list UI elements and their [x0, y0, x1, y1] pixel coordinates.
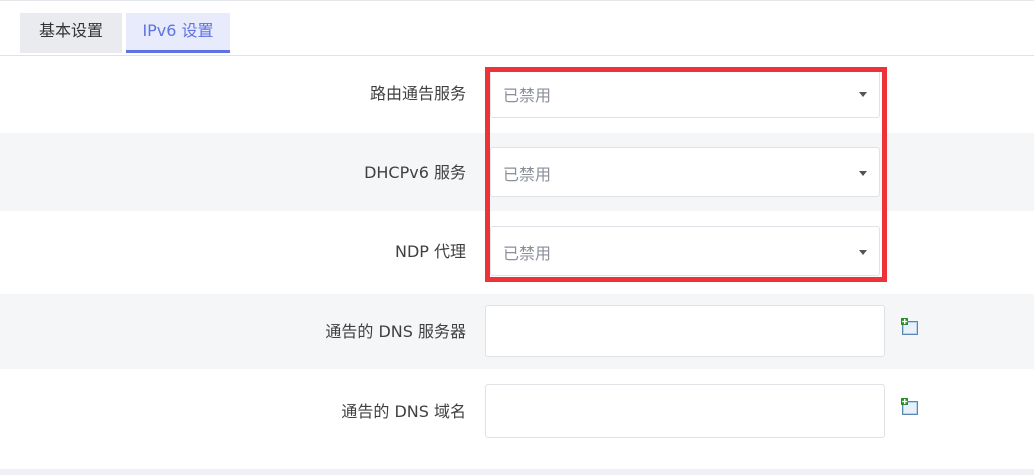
form-row-ndp-proxy: NDP 代理 已禁用: [0, 211, 1034, 294]
ra-service-label: 路由通告服务: [369, 84, 466, 103]
dns-domains-input[interactable]: [485, 384, 885, 438]
ndp-proxy-value: 已禁用: [503, 244, 552, 263]
form-row-ra-service: 路由通告服务 已禁用: [0, 56, 1034, 133]
dhcpv6-service-value: 已禁用: [503, 165, 552, 184]
form-row-dns-servers: 通告的 DNS 服务器: [0, 294, 1034, 369]
dns-servers-input[interactable]: [485, 305, 885, 357]
ndp-proxy-select[interactable]: 已禁用: [490, 226, 880, 276]
ndp-proxy-label: NDP 代理: [394, 242, 466, 261]
settings-panel: 基本设置 IPv6 设置 路由通告服务 已禁用 DHCPv6 服务 已禁用 ND…: [0, 0, 1034, 469]
add-entry-icon[interactable]: [901, 318, 919, 336]
tab-basic-settings[interactable]: 基本设置: [20, 13, 122, 53]
tab-ipv6-settings[interactable]: IPv6 设置: [126, 13, 230, 53]
chevron-down-icon: [859, 92, 867, 97]
dhcpv6-service-label: DHCPv6 服务: [364, 163, 466, 182]
dns-domains-label: 通告的 DNS 域名: [341, 402, 466, 421]
form-row-dns-domains: 通告的 DNS 域名: [0, 369, 1034, 469]
dhcpv6-service-select[interactable]: 已禁用: [490, 147, 880, 197]
tab-bar: 基本设置 IPv6 设置: [0, 1, 1034, 56]
ra-service-value: 已禁用: [503, 86, 552, 105]
chevron-down-icon: [859, 171, 867, 176]
dns-servers-label: 通告的 DNS 服务器: [325, 322, 466, 341]
add-entry-icon[interactable]: [901, 398, 919, 416]
chevron-down-icon: [859, 250, 867, 255]
ra-service-select[interactable]: 已禁用: [490, 68, 880, 118]
form-row-dhcpv6-service: DHCPv6 服务 已禁用: [0, 133, 1034, 211]
